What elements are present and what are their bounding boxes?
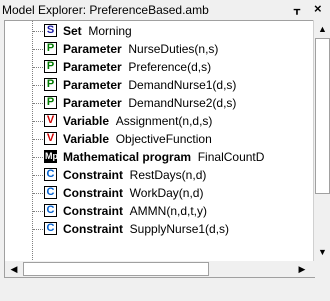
identifier-type: Mathematical program — [63, 150, 192, 164]
panel-titlebar: Model Explorer: PreferenceBased.amb ᚁ × — [0, 0, 330, 20]
model-explorer-panel: Model Explorer: PreferenceBased.amb ᚁ × … — [0, 0, 330, 301]
identifier-type: Variable — [63, 114, 110, 128]
tree-item[interactable]: P Parameter DemandNurse1(d,s) — [5, 76, 314, 94]
tree-item[interactable]: C Constraint WorkDay(n,d) — [5, 184, 314, 202]
tree-item[interactable]: P Parameter DemandNurse2(d,s) — [5, 94, 314, 112]
identifier-name: WorkDay(n,d) — [129, 186, 204, 200]
identifier-type: Parameter — [63, 60, 122, 74]
tree-connector — [33, 229, 43, 230]
identifier-type: Constraint — [63, 186, 123, 200]
tree-item-label: Variable ObjectiveFunction — [63, 132, 212, 146]
tree-item[interactable]: V Variable Assignment(n,d,s) — [5, 112, 314, 130]
constraint-icon: C — [44, 168, 57, 181]
identifier-type: Parameter — [63, 42, 122, 56]
scroll-left-icon[interactable]: ◀ — [7, 262, 21, 276]
panel-title: Model Explorer: PreferenceBased.amb — [2, 3, 209, 17]
identifier-name: FinalCountD — [197, 150, 265, 164]
parameter-icon: P — [44, 96, 57, 109]
tree-connector — [33, 157, 43, 158]
tree-connector — [33, 67, 43, 68]
identifier-name: Preference(d,s) — [128, 60, 212, 74]
variable-icon: V — [44, 114, 57, 127]
set-icon: S — [44, 24, 57, 37]
constraint-icon: C — [44, 186, 57, 199]
close-icon[interactable]: × — [314, 1, 322, 16]
identifier-type: Constraint — [63, 204, 123, 218]
identifier-name: SupplyNurse1(d,s) — [129, 222, 230, 236]
tree-item[interactable]: S Set Morning — [5, 22, 314, 40]
tree-item-label: Constraint SupplyNurse1(d,s) — [63, 222, 229, 236]
tree-item-label: Constraint RestDays(n,d) — [63, 168, 206, 182]
identifier-name: DemandNurse2(d,s) — [128, 96, 237, 110]
constraint-icon: C — [44, 204, 57, 217]
tree-item-label: Set Morning — [63, 24, 132, 38]
tree-connector — [33, 175, 43, 176]
scrollbar-corner — [313, 261, 330, 277]
identifier-name: ObjectiveFunction — [115, 132, 212, 146]
tree-item[interactable]: C Constraint SupplyNurse1(d,s) — [5, 220, 314, 238]
model-tree[interactable]: S Set Morning P Parameter NurseDuties(n,s) P… — [4, 20, 314, 263]
tree-item-label: Constraint AMMN(n,d,t,y) — [63, 204, 207, 218]
identifier-type: Variable — [63, 132, 110, 146]
identifier-type: Parameter — [63, 78, 122, 92]
mathematical-program-icon: Mp — [44, 150, 58, 163]
tree-item-label: Constraint WorkDay(n,d) — [63, 186, 203, 200]
tree-connector — [33, 193, 43, 194]
pin-icon[interactable]: ᚁ — [294, 2, 300, 16]
tree-item[interactable]: C Constraint RestDays(n,d) — [5, 166, 314, 184]
identifier-name: AMMN(n,d,t,y) — [129, 204, 208, 218]
scroll-down-icon[interactable]: ▼ — [316, 245, 329, 259]
tree-connector — [33, 139, 43, 140]
constraint-icon: C — [44, 222, 57, 235]
tree-item[interactable]: V Variable ObjectiveFunction — [5, 130, 314, 148]
tree-connector — [33, 85, 43, 86]
vertical-scroll-thumb[interactable] — [315, 38, 330, 194]
horizontal-scrollbar[interactable]: ◀ ▶ — [4, 261, 315, 278]
tree-connector — [33, 211, 43, 212]
identifier-type: Constraint — [63, 168, 123, 182]
scroll-up-icon[interactable]: ▲ — [316, 22, 329, 36]
parameter-icon: P — [44, 60, 57, 73]
tree-connector — [33, 121, 43, 122]
identifier-type: Set — [63, 24, 82, 38]
identifier-name: DemandNurse1(d,s) — [128, 78, 237, 92]
parameter-icon: P — [44, 78, 57, 91]
tree-item-label: Parameter DemandNurse2(d,s) — [63, 96, 236, 110]
tree-item[interactable]: C Constraint AMMN(n,d,t,y) — [5, 202, 314, 220]
tree-item[interactable]: Mp Mathematical program FinalCountD — [5, 148, 314, 166]
horizontal-scroll-thumb[interactable] — [23, 262, 209, 276]
identifier-name: Assignment(n,d,s) — [115, 114, 213, 128]
variable-icon: V — [44, 132, 57, 145]
tree-item[interactable]: P Parameter Preference(d,s) — [5, 58, 314, 76]
tree-connector — [33, 103, 43, 104]
scroll-right-icon[interactable]: ▶ — [295, 262, 309, 276]
identifier-name: RestDays(n,d) — [129, 168, 207, 182]
identifier-type: Parameter — [63, 96, 122, 110]
tree-item-label: Parameter Preference(d,s) — [63, 60, 211, 74]
tree-item-label: Parameter NurseDuties(n,s) — [63, 42, 218, 56]
tree-item-label: Variable Assignment(n,d,s) — [63, 114, 212, 128]
tree-connector — [33, 49, 43, 50]
identifier-name: NurseDuties(n,s) — [128, 42, 219, 56]
identifier-name: Morning — [88, 24, 132, 38]
tree-item-label: Mathematical program FinalCountD — [63, 150, 264, 164]
tree-item-label: Parameter DemandNurse1(d,s) — [63, 78, 236, 92]
identifier-type: Constraint — [63, 222, 123, 236]
tree-connector — [33, 31, 43, 32]
tree-item[interactable]: P Parameter NurseDuties(n,s) — [5, 40, 314, 58]
vertical-scrollbar[interactable]: ▲ ▼ — [313, 20, 330, 261]
parameter-icon: P — [44, 42, 57, 55]
